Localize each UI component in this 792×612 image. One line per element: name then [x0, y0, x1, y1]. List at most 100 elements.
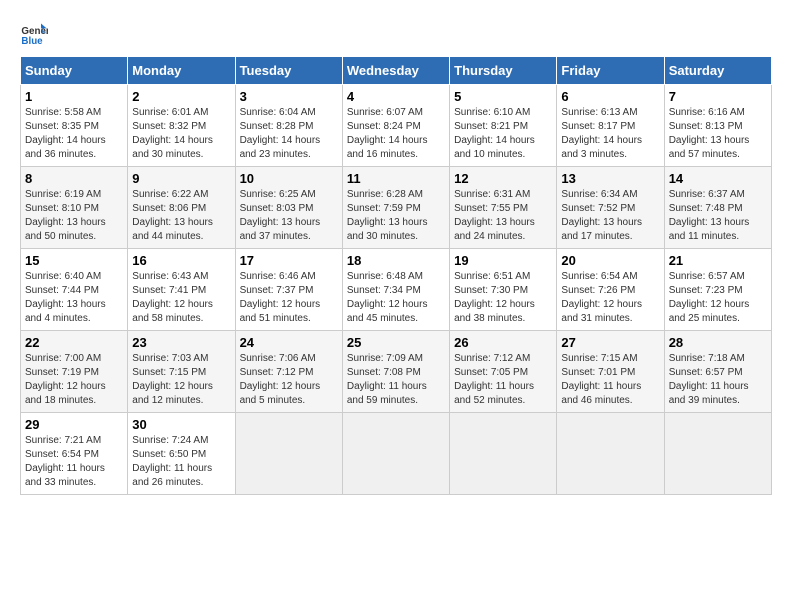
day-number: 6 [561, 89, 659, 104]
day-number: 1 [25, 89, 123, 104]
day-info: Sunrise: 7:12 AMSunset: 7:05 PMDaylight:… [454, 353, 534, 406]
day-info: Sunrise: 6:19 AMSunset: 8:10 PMDaylight:… [25, 189, 106, 242]
calendar-cell: 18 Sunrise: 6:48 AMSunset: 7:34 PMDaylig… [342, 249, 449, 331]
calendar-cell: 27 Sunrise: 7:15 AMSunset: 7:01 PMDaylig… [557, 331, 664, 413]
calendar-cell [342, 413, 449, 495]
day-number: 9 [132, 171, 230, 186]
week-row-5: 29 Sunrise: 7:21 AMSunset: 6:54 PMDaylig… [21, 413, 772, 495]
day-number: 12 [454, 171, 552, 186]
calendar-cell: 19 Sunrise: 6:51 AMSunset: 7:30 PMDaylig… [450, 249, 557, 331]
calendar-cell: 21 Sunrise: 6:57 AMSunset: 7:23 PMDaylig… [664, 249, 771, 331]
logo-icon: General Blue [20, 20, 48, 48]
calendar-cell: 15 Sunrise: 6:40 AMSunset: 7:44 PMDaylig… [21, 249, 128, 331]
day-number: 17 [240, 253, 338, 268]
header-wednesday: Wednesday [342, 57, 449, 85]
calendar-cell: 22 Sunrise: 7:00 AMSunset: 7:19 PMDaylig… [21, 331, 128, 413]
day-number: 24 [240, 335, 338, 350]
header-thursday: Thursday [450, 57, 557, 85]
day-info: Sunrise: 6:51 AMSunset: 7:30 PMDaylight:… [454, 271, 535, 324]
calendar-cell [235, 413, 342, 495]
day-number: 23 [132, 335, 230, 350]
day-number: 4 [347, 89, 445, 104]
day-number: 27 [561, 335, 659, 350]
calendar-cell [557, 413, 664, 495]
day-info: Sunrise: 6:01 AMSunset: 8:32 PMDaylight:… [132, 107, 213, 160]
calendar-cell [664, 413, 771, 495]
day-info: Sunrise: 6:22 AMSunset: 8:06 PMDaylight:… [132, 189, 213, 242]
calendar-cell: 26 Sunrise: 7:12 AMSunset: 7:05 PMDaylig… [450, 331, 557, 413]
calendar-cell [450, 413, 557, 495]
day-number: 26 [454, 335, 552, 350]
day-number: 2 [132, 89, 230, 104]
calendar-cell: 8 Sunrise: 6:19 AMSunset: 8:10 PMDayligh… [21, 167, 128, 249]
day-info: Sunrise: 6:57 AMSunset: 7:23 PMDaylight:… [669, 271, 750, 324]
calendar-cell: 14 Sunrise: 6:37 AMSunset: 7:48 PMDaylig… [664, 167, 771, 249]
day-number: 7 [669, 89, 767, 104]
day-number: 8 [25, 171, 123, 186]
day-info: Sunrise: 7:06 AMSunset: 7:12 PMDaylight:… [240, 353, 321, 406]
header-row: SundayMondayTuesdayWednesdayThursdayFrid… [21, 57, 772, 85]
week-row-1: 1 Sunrise: 5:58 AMSunset: 8:35 PMDayligh… [21, 85, 772, 167]
calendar-cell: 6 Sunrise: 6:13 AMSunset: 8:17 PMDayligh… [557, 85, 664, 167]
calendar-cell: 28 Sunrise: 7:18 AMSunset: 6:57 PMDaylig… [664, 331, 771, 413]
svg-text:Blue: Blue [21, 36, 43, 47]
day-info: Sunrise: 6:54 AMSunset: 7:26 PMDaylight:… [561, 271, 642, 324]
calendar-cell: 25 Sunrise: 7:09 AMSunset: 7:08 PMDaylig… [342, 331, 449, 413]
day-info: Sunrise: 6:28 AMSunset: 7:59 PMDaylight:… [347, 189, 428, 242]
day-info: Sunrise: 7:09 AMSunset: 7:08 PMDaylight:… [347, 353, 427, 406]
day-info: Sunrise: 7:03 AMSunset: 7:15 PMDaylight:… [132, 353, 213, 406]
day-info: Sunrise: 6:37 AMSunset: 7:48 PMDaylight:… [669, 189, 750, 242]
calendar-cell: 9 Sunrise: 6:22 AMSunset: 8:06 PMDayligh… [128, 167, 235, 249]
calendar-cell: 24 Sunrise: 7:06 AMSunset: 7:12 PMDaylig… [235, 331, 342, 413]
calendar-cell: 2 Sunrise: 6:01 AMSunset: 8:32 PMDayligh… [128, 85, 235, 167]
day-number: 10 [240, 171, 338, 186]
day-number: 13 [561, 171, 659, 186]
calendar-cell: 20 Sunrise: 6:54 AMSunset: 7:26 PMDaylig… [557, 249, 664, 331]
day-info: Sunrise: 6:25 AMSunset: 8:03 PMDaylight:… [240, 189, 321, 242]
header-monday: Monday [128, 57, 235, 85]
day-info: Sunrise: 5:58 AMSunset: 8:35 PMDaylight:… [25, 107, 106, 160]
day-info: Sunrise: 7:00 AMSunset: 7:19 PMDaylight:… [25, 353, 106, 406]
day-number: 16 [132, 253, 230, 268]
week-row-2: 8 Sunrise: 6:19 AMSunset: 8:10 PMDayligh… [21, 167, 772, 249]
day-info: Sunrise: 6:46 AMSunset: 7:37 PMDaylight:… [240, 271, 321, 324]
day-number: 20 [561, 253, 659, 268]
calendar-cell: 30 Sunrise: 7:24 AMSunset: 6:50 PMDaylig… [128, 413, 235, 495]
day-number: 29 [25, 417, 123, 432]
day-info: Sunrise: 7:18 AMSunset: 6:57 PMDaylight:… [669, 353, 749, 406]
calendar-cell: 11 Sunrise: 6:28 AMSunset: 7:59 PMDaylig… [342, 167, 449, 249]
day-number: 14 [669, 171, 767, 186]
day-number: 30 [132, 417, 230, 432]
day-info: Sunrise: 6:43 AMSunset: 7:41 PMDaylight:… [132, 271, 213, 324]
calendar-cell: 10 Sunrise: 6:25 AMSunset: 8:03 PMDaylig… [235, 167, 342, 249]
week-row-3: 15 Sunrise: 6:40 AMSunset: 7:44 PMDaylig… [21, 249, 772, 331]
calendar-cell: 23 Sunrise: 7:03 AMSunset: 7:15 PMDaylig… [128, 331, 235, 413]
day-info: Sunrise: 7:24 AMSunset: 6:50 PMDaylight:… [132, 435, 212, 488]
calendar-cell: 17 Sunrise: 6:46 AMSunset: 7:37 PMDaylig… [235, 249, 342, 331]
day-number: 25 [347, 335, 445, 350]
day-info: Sunrise: 6:34 AMSunset: 7:52 PMDaylight:… [561, 189, 642, 242]
day-info: Sunrise: 6:16 AMSunset: 8:13 PMDaylight:… [669, 107, 750, 160]
calendar-table: SundayMondayTuesdayWednesdayThursdayFrid… [20, 56, 772, 495]
day-info: Sunrise: 6:10 AMSunset: 8:21 PMDaylight:… [454, 107, 535, 160]
day-info: Sunrise: 7:21 AMSunset: 6:54 PMDaylight:… [25, 435, 105, 488]
day-number: 11 [347, 171, 445, 186]
day-number: 22 [25, 335, 123, 350]
calendar-cell: 7 Sunrise: 6:16 AMSunset: 8:13 PMDayligh… [664, 85, 771, 167]
header-tuesday: Tuesday [235, 57, 342, 85]
day-info: Sunrise: 6:04 AMSunset: 8:28 PMDaylight:… [240, 107, 321, 160]
day-info: Sunrise: 6:48 AMSunset: 7:34 PMDaylight:… [347, 271, 428, 324]
day-number: 28 [669, 335, 767, 350]
day-number: 21 [669, 253, 767, 268]
header-sunday: Sunday [21, 57, 128, 85]
calendar-cell: 5 Sunrise: 6:10 AMSunset: 8:21 PMDayligh… [450, 85, 557, 167]
calendar-cell: 1 Sunrise: 5:58 AMSunset: 8:35 PMDayligh… [21, 85, 128, 167]
day-number: 15 [25, 253, 123, 268]
day-number: 18 [347, 253, 445, 268]
day-number: 3 [240, 89, 338, 104]
calendar-cell: 12 Sunrise: 6:31 AMSunset: 7:55 PMDaylig… [450, 167, 557, 249]
day-info: Sunrise: 7:15 AMSunset: 7:01 PMDaylight:… [561, 353, 641, 406]
calendar-cell: 13 Sunrise: 6:34 AMSunset: 7:52 PMDaylig… [557, 167, 664, 249]
day-number: 19 [454, 253, 552, 268]
day-number: 5 [454, 89, 552, 104]
